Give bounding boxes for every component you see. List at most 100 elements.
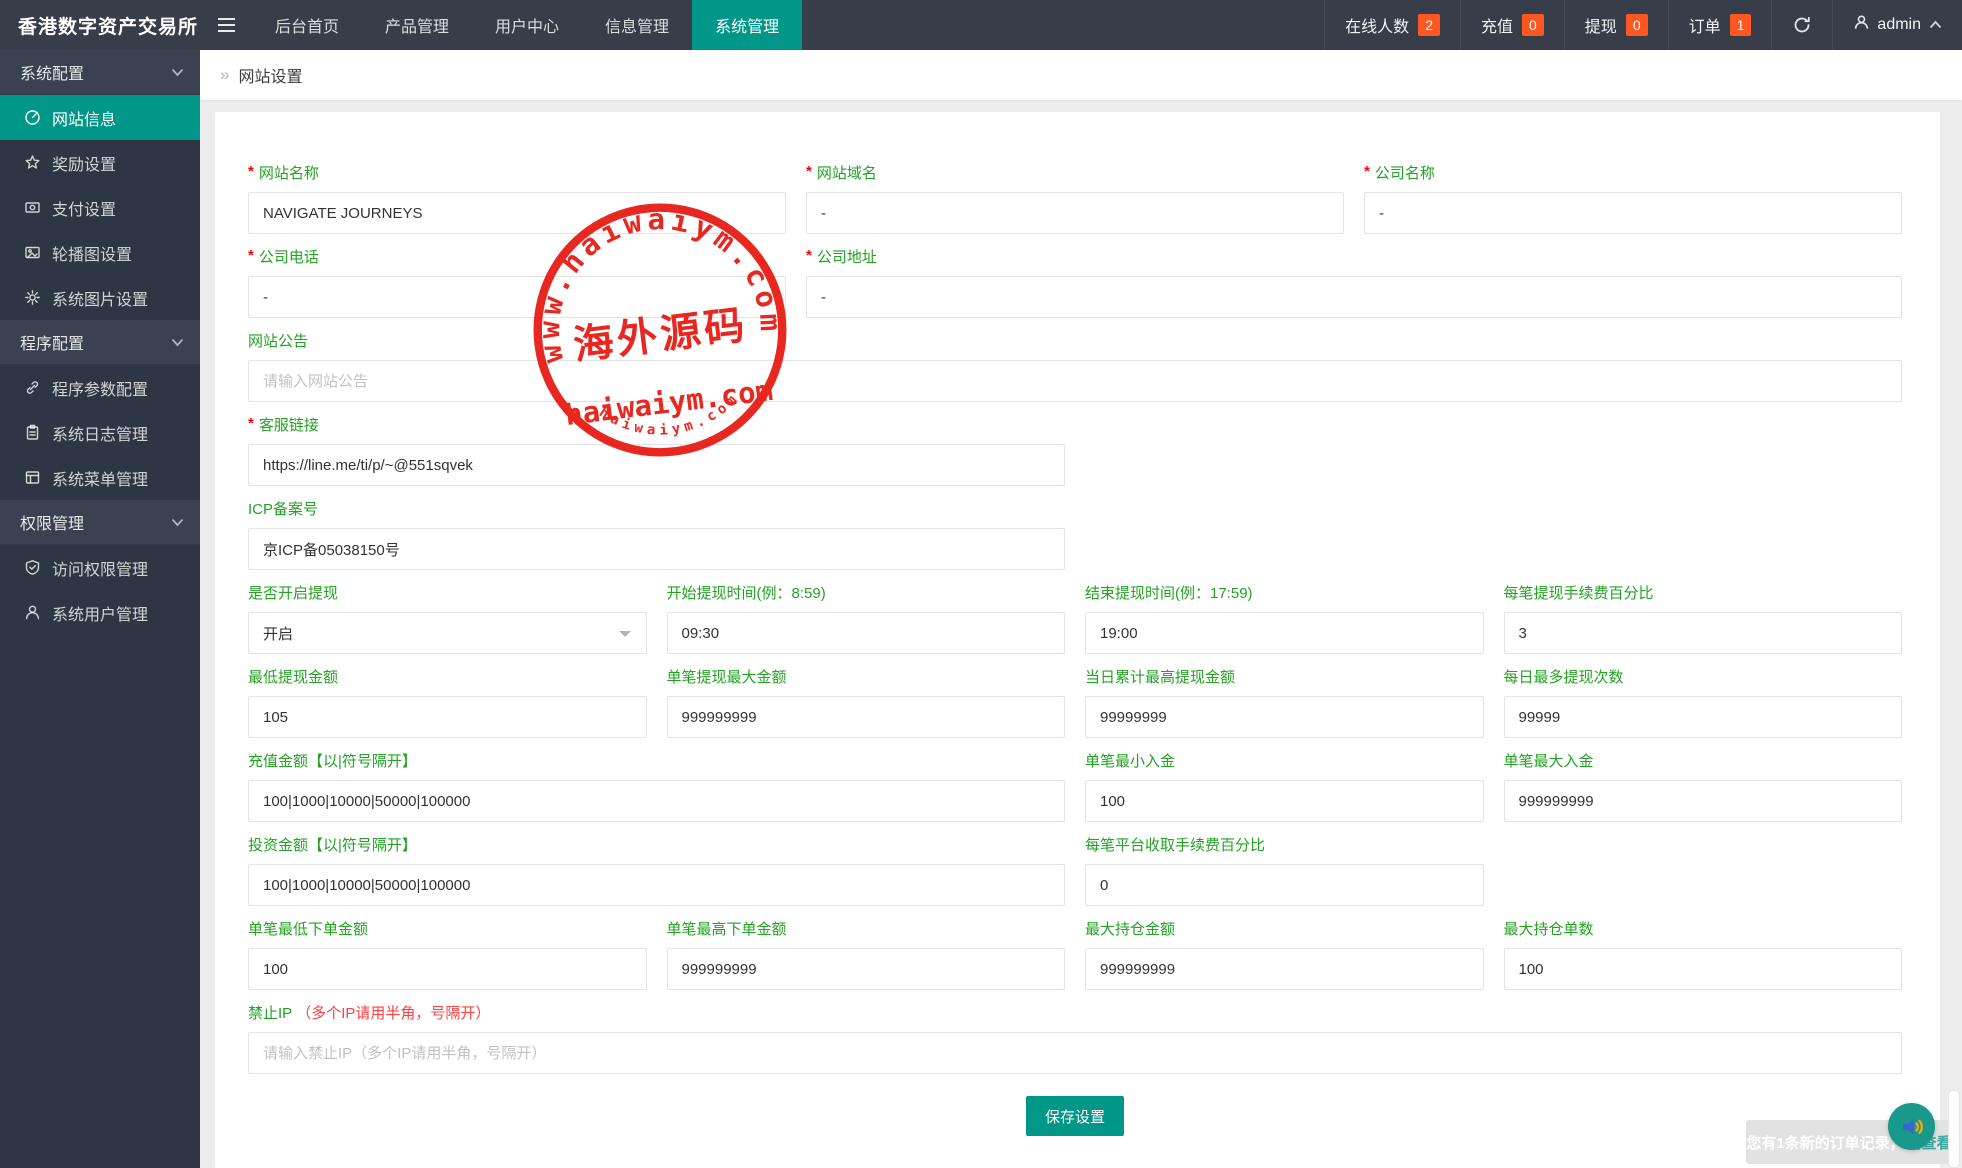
- withdraw-count-badge: 0: [1626, 14, 1648, 36]
- recharge-amounts-input[interactable]: [248, 780, 1065, 822]
- nav-item-products[interactable]: 产品管理: [362, 0, 472, 50]
- withdraw-fee-input[interactable]: [1504, 612, 1903, 654]
- navbar-spacer: [802, 0, 1324, 50]
- field-label-text: 每笔提现手续费百分比: [1504, 584, 1654, 604]
- stat-label: 充值: [1481, 13, 1513, 37]
- field-label: *网站名称: [248, 164, 786, 184]
- company-address-input[interactable]: [806, 276, 1902, 318]
- invest-amounts-input[interactable]: [248, 864, 1065, 906]
- field-label-text: 是否开启提现: [248, 584, 338, 604]
- withdraw-start-input[interactable]: [667, 612, 1066, 654]
- form-row: *客服链接: [248, 416, 1902, 486]
- withdraw-enabled-select[interactable]: 开启: [248, 612, 647, 654]
- stat-orders[interactable]: 订单 1: [1668, 0, 1772, 50]
- field-withdraw-end: 结束提现时间(例：17:59): [1085, 584, 1484, 654]
- sidebar-item-program-params[interactable]: 程序参数配置: [0, 365, 200, 410]
- required-asterisk: *: [248, 246, 254, 266]
- site-notice-input[interactable]: [248, 360, 1902, 402]
- site-domain-input[interactable]: [806, 192, 1344, 234]
- deposit-max-input[interactable]: [1504, 780, 1903, 822]
- position-max-amount-input[interactable]: [1085, 948, 1484, 990]
- platform-fee-input[interactable]: [1085, 864, 1484, 906]
- form-row: *网站名称 *网站域名 *公司名称: [248, 164, 1902, 234]
- company-name-input[interactable]: [1364, 192, 1902, 234]
- sidebar-item-label: 轮播图设置: [52, 241, 132, 265]
- stat-online-users[interactable]: 在线人数 2: [1324, 0, 1460, 50]
- section-title: 权限管理: [20, 510, 84, 534]
- field-label: 单笔最小入金: [1085, 752, 1484, 772]
- section-title: 程序配置: [20, 330, 84, 354]
- form-row: 禁止IP （多个IP请用半角，号隔开）: [248, 1004, 1902, 1074]
- field-label-text: 结束提现时间(例：17:59): [1085, 584, 1253, 604]
- field-label: *公司名称: [1364, 164, 1902, 184]
- field-label-text: 投资金额【以|符号隔开】: [248, 836, 417, 856]
- hamburger-menu-icon[interactable]: [200, 0, 252, 50]
- sidebar-item-label: 奖励设置: [52, 151, 116, 175]
- sidebar: 系统配置 网站信息 奖励设置 支付设置 轮播图设置 系统图片设置 程序配置 程序…: [0, 50, 200, 1168]
- sidebar-item-label: 系统菜单管理: [52, 466, 148, 490]
- field-withdraw-daily-max: 当日累计最高提现金额: [1085, 668, 1484, 738]
- sidebar-item-reward-settings[interactable]: 奖励设置: [0, 140, 200, 185]
- sidebar-item-label: 支付设置: [52, 196, 116, 220]
- nav-item-info[interactable]: 信息管理: [582, 0, 692, 50]
- sidebar-item-payment-settings[interactable]: 支付设置: [0, 185, 200, 230]
- field-label: 禁止IP （多个IP请用半角，号隔开）: [248, 1004, 1902, 1024]
- site-name-input[interactable]: [248, 192, 786, 234]
- position-max-count-input[interactable]: [1504, 948, 1903, 990]
- sidebar-item-label: 系统图片设置: [52, 286, 148, 310]
- stat-withdraw[interactable]: 提现 0: [1564, 0, 1668, 50]
- field-label-text: 禁止IP: [248, 1004, 292, 1024]
- user-menu[interactable]: admin: [1832, 0, 1962, 50]
- nav-item-users[interactable]: 用户中心: [472, 0, 582, 50]
- sidebar-section-system-config[interactable]: 系统配置: [0, 50, 200, 95]
- withdraw-min-input[interactable]: [248, 696, 647, 738]
- service-link-input[interactable]: [248, 444, 1065, 486]
- field-order-max: 单笔最高下单金额: [667, 920, 1066, 990]
- field-label-text: 公司名称: [1375, 164, 1435, 184]
- field-label: 每笔提现手续费百分比: [1504, 584, 1903, 604]
- company-phone-input[interactable]: [248, 276, 786, 318]
- sidebar-section-permissions[interactable]: 权限管理: [0, 500, 200, 545]
- order-max-input[interactable]: [667, 948, 1066, 990]
- icp-input[interactable]: [248, 528, 1065, 570]
- withdraw-end-input[interactable]: [1085, 612, 1484, 654]
- nav-item-system[interactable]: 系统管理: [692, 0, 802, 50]
- field-withdraw-min: 最低提现金额: [248, 668, 647, 738]
- field-label-text: 最大持仓单数: [1504, 920, 1594, 940]
- sidebar-item-carousel-settings[interactable]: 轮播图设置: [0, 230, 200, 275]
- field-label: *公司地址: [806, 248, 1902, 268]
- sidebar-item-system-logs[interactable]: 系统日志管理: [0, 410, 200, 455]
- banned-ip-input[interactable]: [248, 1032, 1902, 1074]
- withdraw-max-input[interactable]: [667, 696, 1066, 738]
- refresh-icon[interactable]: [1771, 0, 1832, 50]
- field-icp: ICP备案号: [248, 500, 1065, 570]
- nav-item-dashboard[interactable]: 后台首页: [252, 0, 362, 50]
- field-label: 开始提现时间(例：8:59): [667, 584, 1066, 604]
- app-title: 香港数字资产交易所: [0, 0, 200, 50]
- star-icon: [24, 154, 41, 171]
- stat-recharge[interactable]: 充值 0: [1460, 0, 1564, 50]
- sidebar-item-access-permissions[interactable]: 访问权限管理: [0, 545, 200, 590]
- field-label: *公司电话: [248, 248, 786, 268]
- scrollbar-thumb[interactable]: [1948, 1090, 1960, 1168]
- field-label-text: 网站名称: [259, 164, 319, 184]
- sidebar-item-label: 网站信息: [52, 106, 116, 130]
- save-settings-button[interactable]: 保存设置: [1026, 1096, 1124, 1136]
- withdraw-daily-max-input[interactable]: [1085, 696, 1484, 738]
- stat-label: 订单: [1689, 13, 1721, 37]
- sound-notification-button[interactable]: [1888, 1103, 1935, 1150]
- sidebar-item-system-users[interactable]: 系统用户管理: [0, 590, 200, 635]
- field-order-min: 单笔最低下单金额: [248, 920, 647, 990]
- order-min-input[interactable]: [248, 948, 647, 990]
- sidebar-section-program-config[interactable]: 程序配置: [0, 320, 200, 365]
- field-label-text: 当日累计最高提现金额: [1085, 668, 1235, 688]
- toast-message: 您有1条新的订单记录，: [1746, 1132, 1904, 1153]
- field-label: 是否开启提现: [248, 584, 647, 604]
- sidebar-item-system-images[interactable]: 系统图片设置: [0, 275, 200, 320]
- sidebar-item-site-info[interactable]: 网站信息: [0, 95, 200, 140]
- field-company-phone: *公司电话: [248, 248, 786, 318]
- sidebar-item-system-menus[interactable]: 系统菜单管理: [0, 455, 200, 500]
- deposit-min-input[interactable]: [1085, 780, 1484, 822]
- withdraw-daily-count-input[interactable]: [1504, 696, 1903, 738]
- required-asterisk: *: [248, 414, 254, 434]
